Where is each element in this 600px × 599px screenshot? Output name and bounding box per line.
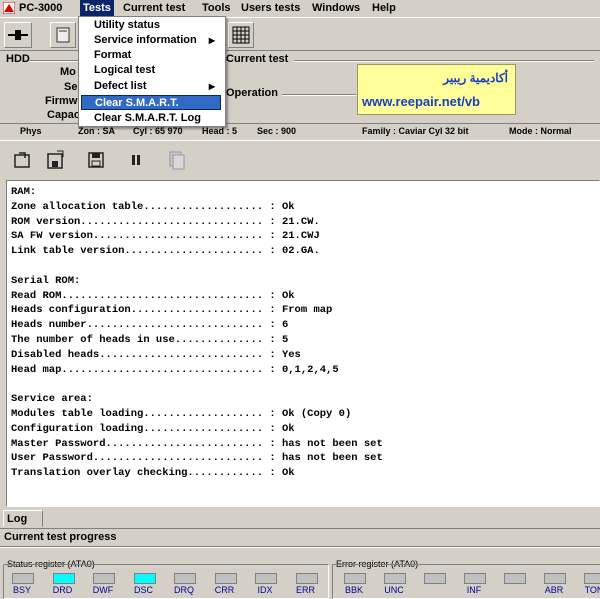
capacity-label: Capac xyxy=(47,109,81,121)
tab-log[interactable]: Log xyxy=(3,510,43,527)
error-register-led xyxy=(504,573,526,584)
menu-item-utility-status[interactable]: Utility status xyxy=(81,18,221,33)
copy-icon xyxy=(169,151,185,170)
menu-item-label: Service information xyxy=(94,34,197,46)
watermark-banner: أكاديمية ريبير www.reepair.net/vb xyxy=(357,64,516,115)
zone-value: Zon : SA xyxy=(78,126,115,136)
status-register-led-label: DWF xyxy=(92,585,114,595)
log-text: RAM: Zone allocation table..............… xyxy=(11,186,383,480)
menu-item-label: Logical test xyxy=(94,64,156,76)
status-register-led-label: CRR xyxy=(214,585,235,595)
error-register-led xyxy=(424,573,446,584)
menu-tools[interactable]: Tools xyxy=(202,0,231,16)
status-register-led-label: BSY xyxy=(12,585,31,595)
save-button[interactable] xyxy=(85,149,107,171)
menu-item-label: Defect list xyxy=(94,80,147,92)
log-toolbar xyxy=(0,140,600,180)
open-icon xyxy=(14,152,30,168)
error-register-led-label: UNC xyxy=(384,585,404,595)
status-register-led xyxy=(255,573,277,584)
floppy-icon xyxy=(88,152,104,168)
menu-tests[interactable]: Tests xyxy=(80,0,114,16)
banner-arabic-text: أكاديمية ريبير xyxy=(443,71,508,85)
status-register-led-label: DRD xyxy=(52,585,73,595)
status-register-led xyxy=(214,573,237,584)
pause-icon xyxy=(132,155,140,165)
status-register-led-label: ERR xyxy=(295,585,315,595)
table-button[interactable] xyxy=(228,22,254,48)
error-register-led-label: ABR xyxy=(544,585,564,595)
status-register-led xyxy=(133,573,156,584)
mode-value: Mode : Normal xyxy=(509,126,572,136)
save-as-icon xyxy=(47,150,64,169)
error-register-led-label: TON xyxy=(584,585,600,595)
error-register-led-label: BBK xyxy=(344,585,363,595)
grid-icon xyxy=(232,26,250,44)
divider xyxy=(294,60,594,62)
status-register-led-label: IDX xyxy=(257,585,273,595)
error-register-led xyxy=(584,573,600,584)
current-test-label: Current test xyxy=(226,53,289,65)
menu-item-label: Clear S.M.A.R.T. xyxy=(95,97,179,109)
banner-url: www.reepair.net/vb xyxy=(362,94,481,109)
menu-item-label: Utility status xyxy=(94,19,161,31)
menu-item-label: Format xyxy=(94,49,132,61)
hdd-group-label: HDD xyxy=(6,53,30,65)
tests-menu: Utility status Service information ▶ Form… xyxy=(78,16,226,127)
current-test-progress-label: Current test progress xyxy=(4,531,117,543)
open-log-button[interactable] xyxy=(12,149,34,171)
phys-label: Phys xyxy=(20,126,42,136)
serial-label: Se xyxy=(64,81,78,93)
menu-item-format[interactable]: Format xyxy=(81,48,221,63)
head-value: Head : 5 xyxy=(202,126,238,136)
status-register-led xyxy=(295,573,318,584)
menu-item-label: Clear S.M.A.R.T. Log xyxy=(94,112,201,124)
firmware-label: Firmw xyxy=(45,95,78,107)
error-register-led xyxy=(344,573,366,584)
status-register-led xyxy=(174,573,196,584)
error-register-led xyxy=(464,573,486,584)
error-register-led-label: INF xyxy=(466,585,482,595)
menu-item-defect-list[interactable]: Defect list ▶ xyxy=(81,79,221,94)
connector-icon xyxy=(8,30,28,40)
status-register-led-label: DSC xyxy=(133,585,153,595)
model-label: Mo xyxy=(60,66,76,78)
menu-item-clear-smart-log[interactable]: Clear S.M.A.R.T. Log xyxy=(81,111,221,126)
error-register-led xyxy=(544,573,566,584)
family-value: Family : Caviar Cyl 32 bit xyxy=(362,126,469,136)
submenu-arrow-icon: ▶ xyxy=(208,36,215,45)
status-register-led-label: DRQ xyxy=(174,585,194,595)
submenu-arrow-icon: ▶ xyxy=(208,82,215,91)
app-icon xyxy=(2,1,16,15)
status-register-led xyxy=(52,573,75,584)
copy-button[interactable] xyxy=(165,149,187,171)
menu-bar: PC-3000 Tests Current test Tools Users t… xyxy=(0,0,600,16)
menu-users-tests[interactable]: Users tests xyxy=(241,0,300,16)
divider xyxy=(0,546,600,548)
menu-item-logical-test[interactable]: Logical test xyxy=(81,63,221,78)
save-as-button[interactable] xyxy=(45,149,67,171)
pause-button[interactable] xyxy=(125,149,147,171)
menu-item-service-information[interactable]: Service information ▶ xyxy=(81,33,221,48)
log-output[interactable]: RAM: Zone allocation table..............… xyxy=(6,180,600,507)
drive-button[interactable] xyxy=(50,22,76,48)
menu-item-clear-smart[interactable]: Clear S.M.A.R.T. xyxy=(81,95,221,110)
sector-value: Sec : 900 xyxy=(257,126,297,136)
menu-help[interactable]: Help xyxy=(372,0,396,16)
drive-icon xyxy=(56,27,70,43)
menu-pc3000[interactable]: PC-3000 xyxy=(19,0,62,16)
cylinder-value: Cyl : 65 970 xyxy=(133,126,183,136)
error-register-led xyxy=(384,573,406,584)
operation-label: Operation xyxy=(226,87,278,99)
menu-current-test[interactable]: Current test xyxy=(123,0,185,16)
tab-bar: Log xyxy=(0,506,600,529)
divider xyxy=(282,94,356,96)
status-register-led xyxy=(12,573,34,584)
menu-windows[interactable]: Windows xyxy=(312,0,360,16)
connect-button[interactable] xyxy=(4,22,32,48)
status-register-led xyxy=(93,573,115,584)
